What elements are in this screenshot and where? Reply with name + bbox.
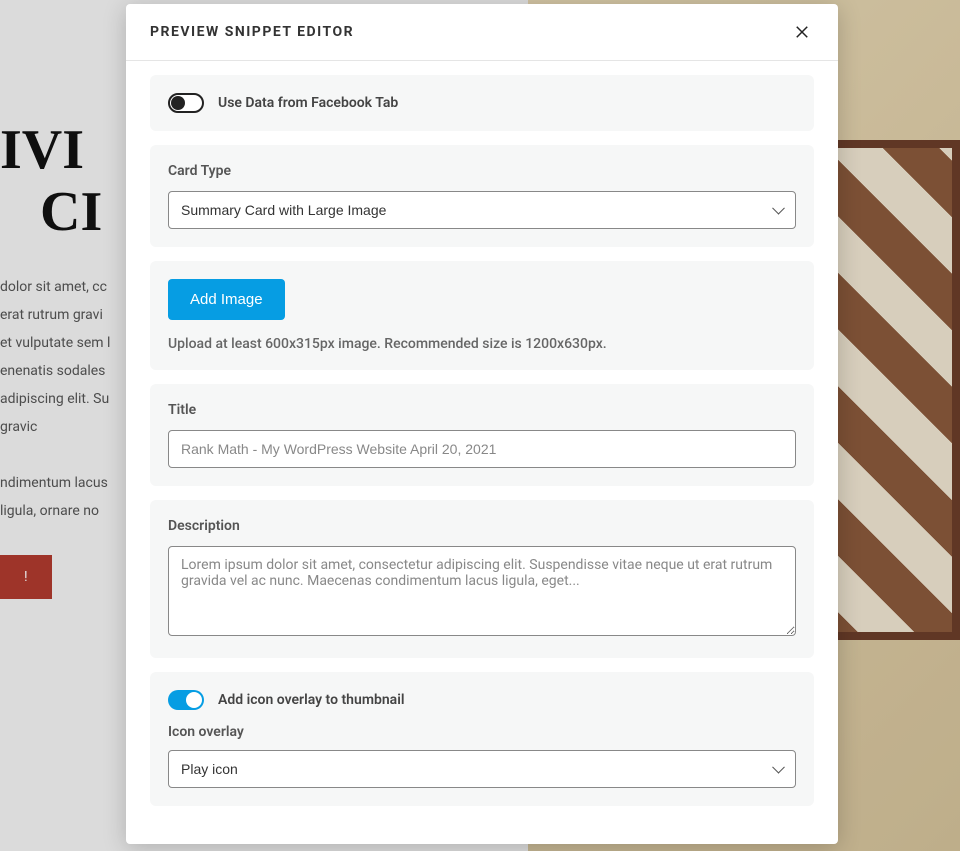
facebook-data-toggle[interactable] [168, 93, 204, 113]
add-image-button[interactable]: Add Image [168, 279, 285, 320]
icon-overlay-toggle-label: Add icon overlay to thumbnail [218, 692, 404, 708]
title-field-label: Title [168, 402, 796, 418]
icon-overlay-toggle-row: Add icon overlay to thumbnail [168, 690, 796, 710]
modal-title: Preview Snippet Editor [150, 24, 354, 40]
image-help-text: Upload at least 600x315px image. Recomme… [168, 336, 796, 352]
preview-snippet-modal: Preview Snippet Editor Use Data from Fac… [126, 4, 838, 844]
icon-overlay-select[interactable]: Play icon [169, 751, 795, 787]
facebook-toggle-label: Use Data from Facebook Tab [218, 95, 398, 111]
description-field-label: Description [168, 518, 796, 534]
icon-overlay-toggle[interactable] [168, 690, 204, 710]
modal-header: Preview Snippet Editor [126, 4, 838, 61]
card-type-card: Card Type Summary Card with Large Image [150, 145, 814, 247]
facebook-toggle-row: Use Data from Facebook Tab [168, 93, 796, 113]
modal-body[interactable]: Use Data from Facebook Tab Card Type Sum… [126, 61, 838, 844]
title-input[interactable] [168, 430, 796, 468]
card-type-label: Card Type [168, 163, 796, 179]
icon-overlay-label: Icon overlay [168, 724, 796, 740]
card-type-select[interactable]: Summary Card with Large Image [169, 192, 795, 228]
description-textarea[interactable] [168, 546, 796, 636]
close-button[interactable] [790, 20, 814, 44]
close-icon [793, 23, 811, 41]
facebook-data-card: Use Data from Facebook Tab [150, 75, 814, 131]
description-card: Description [150, 500, 814, 658]
card-type-select-wrap: Summary Card with Large Image [168, 191, 796, 229]
icon-overlay-card: Add icon overlay to thumbnail Icon overl… [150, 672, 814, 806]
image-card: Add Image Upload at least 600x315px imag… [150, 261, 814, 370]
icon-overlay-select-wrap: Play icon [168, 750, 796, 788]
title-card: Title [150, 384, 814, 486]
